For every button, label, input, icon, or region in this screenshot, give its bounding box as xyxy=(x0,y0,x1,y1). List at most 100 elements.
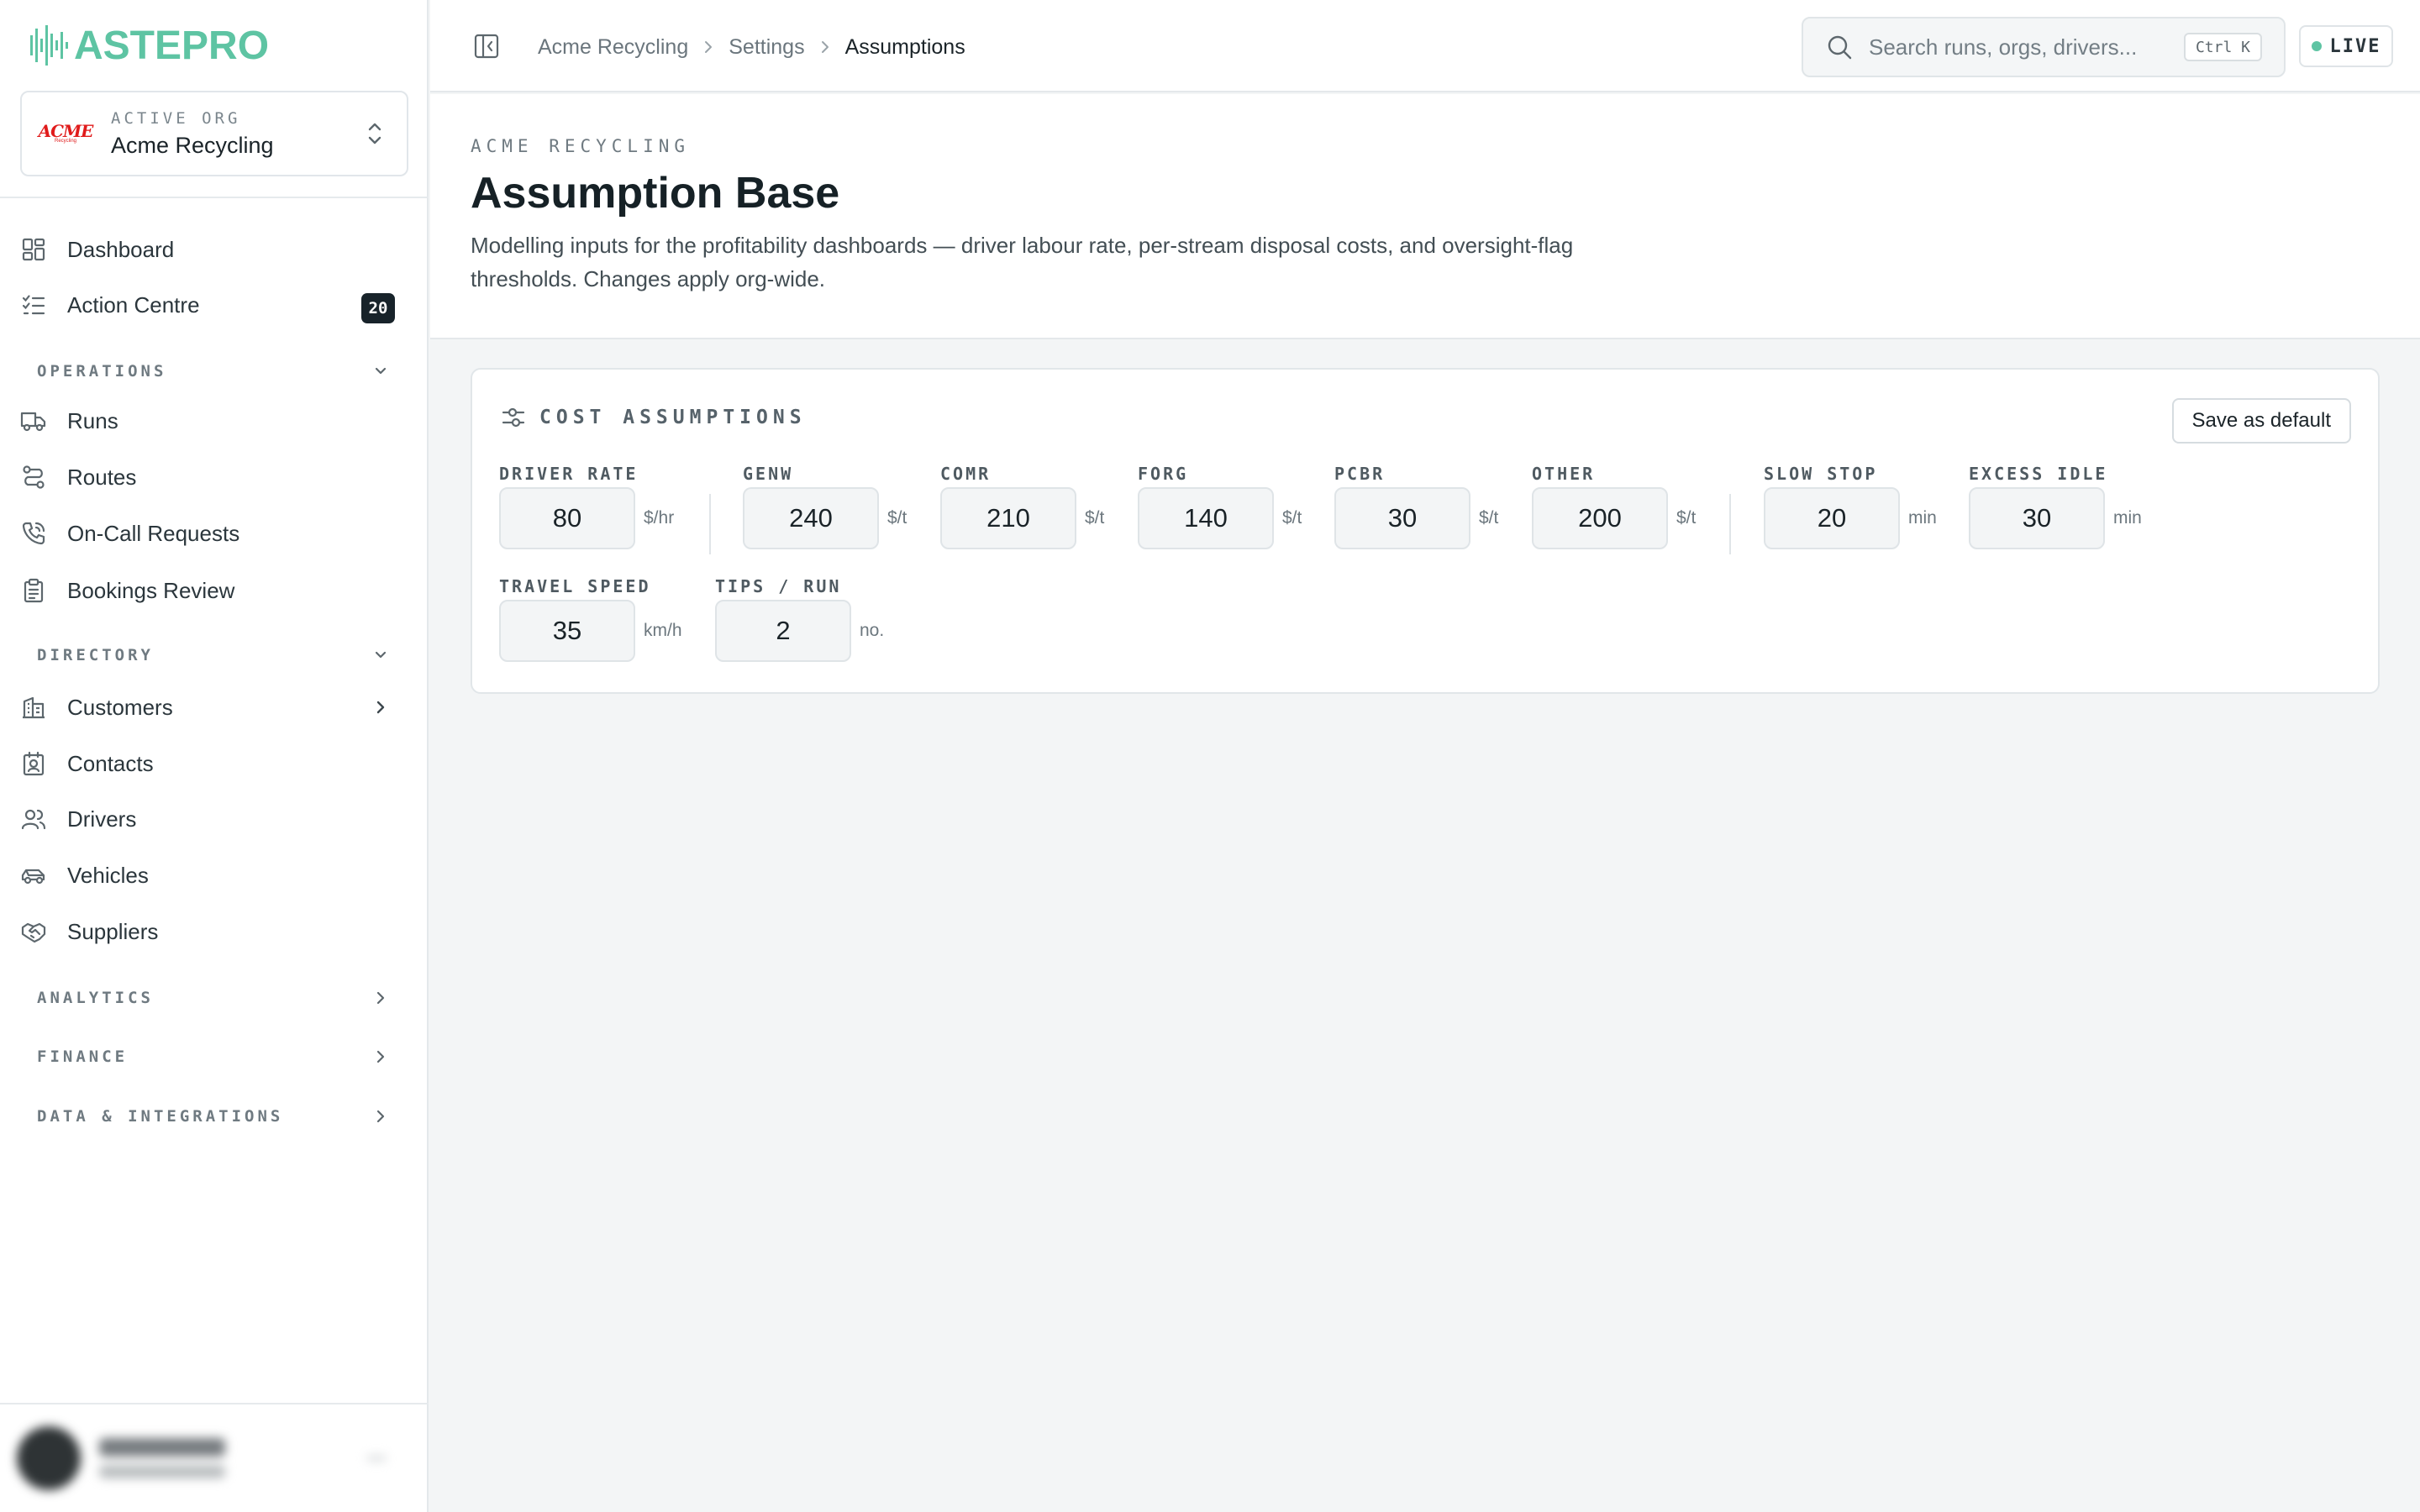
sidebar-divider xyxy=(0,197,429,198)
sliders-icon xyxy=(502,407,525,428)
contact-card-icon xyxy=(20,750,47,777)
users-icon xyxy=(20,806,47,832)
genw-input[interactable]: 240 xyxy=(743,487,879,549)
unit-label: km/h xyxy=(644,621,682,640)
keyboard-shortcut: Ctrl K xyxy=(2183,33,2262,61)
sidebar-divider xyxy=(0,1403,429,1404)
action-count-badge: 20 xyxy=(361,293,395,323)
field-comr: COMR 210 $/t xyxy=(940,464,1104,549)
sidebar-toggle-icon[interactable] xyxy=(472,32,501,60)
unit-label: $/t xyxy=(1085,508,1105,528)
save-as-default-button[interactable]: Save as default xyxy=(2171,398,2351,444)
route-icon xyxy=(20,464,47,491)
sidebar-item-bookings-review[interactable]: Bookings Review xyxy=(20,568,395,613)
section-data-integrations[interactable]: DATA & INTEGRATIONS xyxy=(37,1100,395,1133)
sidebar-item-runs[interactable]: Runs xyxy=(20,398,395,444)
org-switcher[interactable]: ACME Recycling ACTIVE ORG Acme Recycling xyxy=(20,91,408,176)
field-tips-per-run: TIPS / RUN 2 no. xyxy=(715,576,884,662)
waveform-icon xyxy=(30,25,68,66)
field-label: GENW xyxy=(743,464,794,484)
status-dot-icon xyxy=(2311,41,2322,51)
user-name-redacted xyxy=(99,1438,225,1457)
unit-label: $/t xyxy=(1282,508,1302,528)
search-placeholder: Search runs, orgs, drivers... xyxy=(1869,34,2138,60)
unit-label: no. xyxy=(860,621,885,640)
sidebar-item-suppliers[interactable]: Suppliers xyxy=(20,909,395,954)
group-divider xyxy=(709,494,711,554)
sidebar-item-customers[interactable]: Customers xyxy=(20,685,395,730)
sidebar-item-label: Contacts xyxy=(67,750,154,776)
field-label: FORG xyxy=(1138,464,1189,484)
field-label: SLOW STOP xyxy=(1764,464,1878,484)
field-driver-rate: DRIVER RATE 80 $/hr xyxy=(499,464,674,549)
sidebar-item-action-centre[interactable]: Action Centre 20 xyxy=(20,282,395,328)
sidebar-item-drivers[interactable]: Drivers xyxy=(20,796,395,842)
other-input[interactable]: 200 xyxy=(1532,487,1668,549)
live-status-badge[interactable]: LIVE xyxy=(2299,25,2393,67)
field-travel-speed: TRAVEL SPEED 35 km/h xyxy=(499,576,682,662)
org-name: Acme Recycling xyxy=(111,132,274,158)
sidebar-item-label: On-Call Requests xyxy=(67,520,240,546)
sidebar-item-dashboard[interactable]: Dashboard xyxy=(20,227,395,272)
pcbr-input[interactable]: 30 xyxy=(1334,487,1470,549)
page-header: ACME RECYCLING Assumption Base Modelling… xyxy=(430,94,2420,339)
unit-label: $/t xyxy=(1676,508,1697,528)
unit-label: min xyxy=(2113,508,2142,528)
search-input[interactable]: Search runs, orgs, drivers... Ctrl K xyxy=(1802,17,2286,77)
chevron-down-icon xyxy=(375,367,387,375)
sidebar-item-on-call-requests[interactable]: On-Call Requests xyxy=(20,511,395,556)
breadcrumb-org[interactable]: Acme Recycling xyxy=(538,35,688,60)
chevron-right-icon xyxy=(821,41,829,53)
field-forg: FORG 140 $/t xyxy=(1138,464,1302,549)
slow-stop-input[interactable]: 20 xyxy=(1764,487,1900,549)
group-divider xyxy=(1729,494,1731,554)
user-menu-icon xyxy=(366,1456,387,1461)
building-icon xyxy=(20,694,47,721)
sidebar-item-label: Runs xyxy=(67,407,118,433)
field-other: OTHER 200 $/t xyxy=(1532,464,1696,549)
driver-rate-input[interactable]: 80 xyxy=(499,487,635,549)
sidebar-item-label: Customers xyxy=(67,694,173,720)
field-label: PCBR xyxy=(1334,464,1386,484)
page-description: Modelling inputs for the profitability d… xyxy=(471,233,1574,291)
sidebar-item-label: Bookings Review xyxy=(67,577,235,603)
chevron-right-icon xyxy=(376,1110,385,1123)
sidebar-item-contacts[interactable]: Contacts xyxy=(20,741,395,786)
sidebar-item-vehicles[interactable]: Vehicles xyxy=(20,853,395,898)
travel-speed-input[interactable]: 35 xyxy=(499,600,635,662)
page-title: Assumption Base xyxy=(471,169,840,218)
handshake-icon xyxy=(20,918,47,945)
section-label: OPERATIONS xyxy=(37,362,167,381)
top-bar: Acme Recycling Settings Assumptions Sear… xyxy=(430,0,2420,92)
breadcrumb-settings[interactable]: Settings xyxy=(729,35,804,60)
unit-label: min xyxy=(1908,508,1937,528)
page-eyebrow: ACME RECYCLING xyxy=(471,136,691,156)
search-icon xyxy=(1828,35,1852,60)
unit-label: $/t xyxy=(1479,508,1499,528)
sidebar-item-routes[interactable]: Routes xyxy=(20,454,395,500)
cost-assumptions-card: COST ASSUMPTIONS Save as default DRIVER … xyxy=(471,368,2380,694)
car-icon xyxy=(20,862,47,889)
brand-logo[interactable]: ASTEPRO xyxy=(30,22,269,69)
live-label: LIVE xyxy=(2329,35,2381,57)
section-analytics[interactable]: ANALYTICS xyxy=(37,981,395,1015)
field-label: OTHER xyxy=(1532,464,1596,484)
section-directory[interactable]: DIRECTORY xyxy=(37,638,395,672)
user-menu[interactable] xyxy=(17,1420,412,1497)
section-finance[interactable]: FINANCE xyxy=(37,1040,395,1074)
chevron-right-icon xyxy=(376,991,385,1005)
section-operations[interactable]: OPERATIONS xyxy=(37,354,395,388)
forg-input[interactable]: 140 xyxy=(1138,487,1274,549)
sidebar-item-label: Routes xyxy=(67,464,137,490)
field-label: COMR xyxy=(940,464,992,484)
unit-label: $/hr xyxy=(644,508,675,528)
brand-name: ASTEPRO xyxy=(74,23,270,68)
truck-icon xyxy=(20,407,47,434)
sidebar-item-label: Action Centre xyxy=(67,291,200,318)
comr-input[interactable]: 210 xyxy=(940,487,1076,549)
tips-per-run-input[interactable]: 2 xyxy=(715,600,851,662)
sidebar-item-label: Vehicles xyxy=(67,862,149,888)
field-label: DRIVER RATE xyxy=(499,464,639,484)
section-label: DATA & INTEGRATIONS xyxy=(37,1107,284,1126)
excess-idle-input[interactable]: 30 xyxy=(1969,487,2105,549)
